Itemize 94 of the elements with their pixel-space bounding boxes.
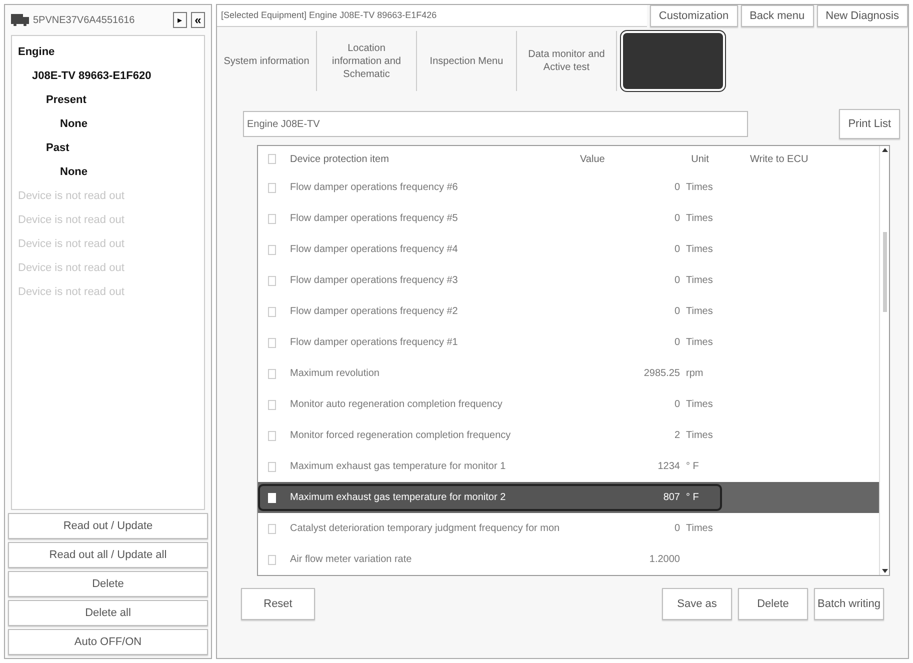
action-button[interactable]: Batch writing xyxy=(814,588,884,620)
tree-item[interactable]: J08E-TV 89663-E1F620 xyxy=(32,68,152,84)
reset-button[interactable]: Reset xyxy=(241,588,315,620)
value-cell-text: 2 xyxy=(673,429,680,443)
truck-icon xyxy=(11,14,29,26)
value-cell-text: 0 xyxy=(673,212,680,226)
unit-cell: Times xyxy=(686,275,713,286)
row-checkbox[interactable] xyxy=(268,182,276,192)
column-header: Unit xyxy=(690,152,710,166)
expand-button[interactable]: ▸ xyxy=(173,12,187,28)
menu-button[interactable]: New Diagnosis xyxy=(816,5,908,27)
action-button[interactable]: Save as xyxy=(662,588,732,620)
row-checkbox[interactable] xyxy=(268,462,276,472)
item-cell-text: Monitor forced regeneration completion frequency xyxy=(290,429,512,443)
tree-item[interactable]: None xyxy=(60,164,88,180)
item-cell-text: Air flow meter variation rate xyxy=(290,553,413,567)
item-cell-text: Flow damper operations frequency #3 xyxy=(290,274,459,288)
table-row[interactable]: Catalyst deterioration temporary judgment frequency for mon 0 Times xyxy=(258,513,879,544)
side-button[interactable]: Auto OFF/ON xyxy=(8,629,208,655)
unit-cell: ° F xyxy=(686,492,699,503)
selected-equipment-bar: [Selected Equipment] Engine J08E-TV 89663-E1F426 xyxy=(217,5,647,27)
row-checkbox[interactable] xyxy=(268,554,276,564)
column-header: Device protection item xyxy=(290,152,390,166)
collapse-button[interactable]: « xyxy=(191,12,205,28)
unit-cell: rpm xyxy=(686,368,704,379)
item-cell-text: Flow damper operations frequency #4 xyxy=(290,243,459,257)
table-row[interactable]: Flow damper operations frequency #3 0 Times xyxy=(258,265,879,296)
row-checkbox[interactable] xyxy=(268,368,276,378)
value-cell-text: 1.2000 xyxy=(648,553,680,567)
menu-button[interactable]: Back menu xyxy=(740,5,814,27)
unit-cell: ° F xyxy=(686,461,699,472)
unit-cell: Times xyxy=(686,182,713,193)
group-field: Engine J08E-TV xyxy=(243,111,748,137)
tree-item[interactable]: Present xyxy=(46,92,86,108)
scrollbar[interactable] xyxy=(879,146,889,575)
item-cell-text: Flow damper operations frequency #5 xyxy=(290,212,459,226)
item-cell-text: Flow damper operations frequency #1 xyxy=(290,336,459,350)
side-button[interactable]: Delete all xyxy=(8,600,208,626)
value-cell-text: 807 xyxy=(662,491,680,505)
value-cell-text: 2985.25 xyxy=(642,367,680,381)
unit-cell: Times xyxy=(686,244,713,255)
table-row[interactable]: Monitor auto regeneration completion frequency 0 Times xyxy=(258,389,879,420)
value-cell-text: 0 xyxy=(673,243,680,257)
tree-item[interactable]: Engine xyxy=(18,44,55,60)
tree-item[interactable]: Past xyxy=(46,140,70,156)
column-header: Write to ECU xyxy=(750,152,808,166)
action-button[interactable]: Delete xyxy=(738,588,808,620)
side-button[interactable]: Read out / Update xyxy=(8,513,208,539)
table-row[interactable]: Air flow meter variation rate 1.2000 xyxy=(258,544,879,575)
tree-item[interactable]: None xyxy=(60,116,88,132)
item-cell-text: Catalyst deterioration temporary judgment frequency for mon xyxy=(290,522,561,536)
column-header: Value xyxy=(580,152,606,166)
value-cell-text: 0 xyxy=(673,398,680,412)
table-row[interactable]: Flow damper operations frequency #5 0 Times xyxy=(258,203,879,234)
row-checkbox[interactable] xyxy=(268,276,276,286)
item-cell-text: Flow damper operations frequency #6 xyxy=(290,181,459,195)
table-row[interactable]: Maximum exhaust gas temperature for monitor 2 807 ° F xyxy=(258,482,879,513)
side-button[interactable]: Read out all / Update all xyxy=(8,542,208,568)
item-cell-text: Maximum exhaust gas temperature for monitor 1 xyxy=(290,460,507,474)
unit-cell: Times xyxy=(686,523,713,534)
row-checkbox[interactable] xyxy=(268,430,276,440)
side-button[interactable]: Delete xyxy=(8,571,208,597)
value-cell-text: 0 xyxy=(673,336,680,350)
row-checkbox[interactable] xyxy=(268,524,276,534)
row-checkbox[interactable] xyxy=(268,400,276,410)
row-checkbox[interactable] xyxy=(268,214,276,224)
menu-button[interactable]: Customization xyxy=(650,5,738,27)
table-row[interactable]: Flow damper operations frequency #4 0 Times xyxy=(258,234,879,265)
table-row[interactable]: Flow damper operations frequency #6 0 Times xyxy=(258,172,879,203)
print-list-button[interactable]: Print List xyxy=(839,109,900,139)
unit-cell: Times xyxy=(686,430,713,441)
row-checkbox[interactable] xyxy=(268,338,276,348)
value-cell-text: 1234 xyxy=(656,460,680,474)
unit-cell: Times xyxy=(686,399,713,410)
item-cell-text: Monitor auto regeneration completion frequency xyxy=(290,398,504,412)
item-cell-text: Maximum exhaust gas temperature for monitor 2 xyxy=(290,491,507,505)
table-row[interactable]: Maximum exhaust gas temperature for monitor 1 1234 ° F xyxy=(258,451,879,482)
value-cell-text: 0 xyxy=(673,305,680,319)
table-row[interactable]: Flow damper operations frequency #1 0 Times xyxy=(258,327,879,358)
table-row[interactable]: Maximum revolution 2985.25 rpm xyxy=(258,358,879,389)
table-row[interactable]: Monitor forced regeneration completion frequency 2 Times xyxy=(258,420,879,451)
unit-cell: Times xyxy=(686,337,713,348)
value-cell-text: 0 xyxy=(673,522,680,536)
value-cell-text: 0 xyxy=(673,274,680,288)
item-cell-text: Maximum revolution xyxy=(290,367,380,381)
value-cell-text: 0 xyxy=(673,181,680,195)
unit-cell: Times xyxy=(686,213,713,224)
header-checkbox[interactable] xyxy=(268,154,276,164)
table-row[interactable]: Flow damper operations frequency #2 0 Times xyxy=(258,296,879,327)
unit-cell: Times xyxy=(686,306,713,317)
row-checkbox[interactable] xyxy=(268,244,276,254)
row-checkbox[interactable] xyxy=(268,306,276,316)
vin-label: 5PVNE37V6A4551616 xyxy=(33,14,136,28)
item-cell-text: Flow damper operations frequency #2 xyxy=(290,305,459,319)
